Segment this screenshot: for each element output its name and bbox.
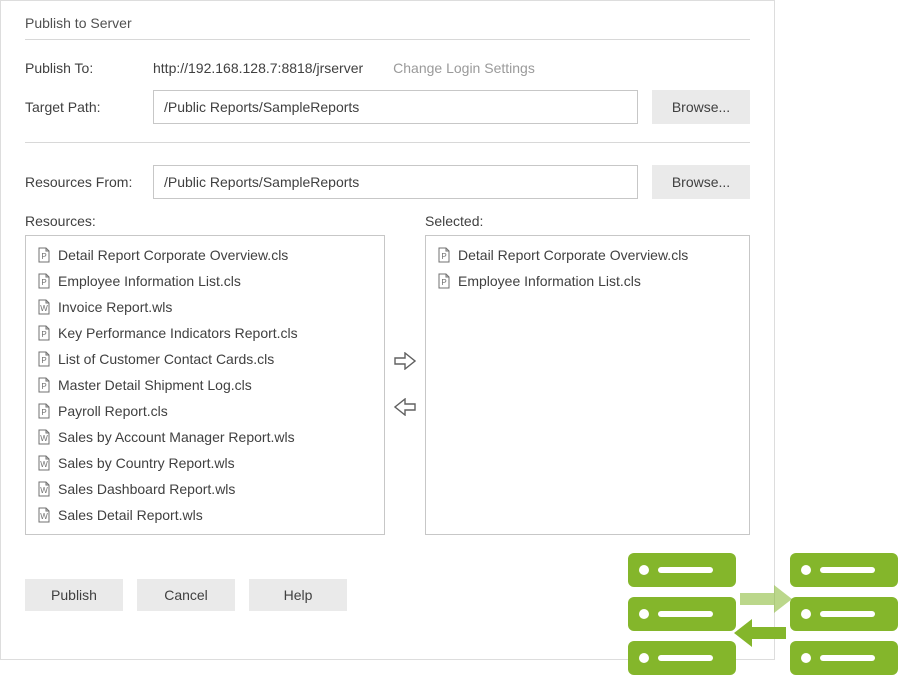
list-item-label: Master Detail Shipment Log.cls <box>58 375 252 395</box>
resources-item[interactable]: P Detail Report Corporate Overview.cls <box>30 242 380 268</box>
resources-item[interactable]: P Key Performance Indicators Report.cls <box>30 320 380 346</box>
resources-from-browse-button[interactable]: Browse... <box>652 165 750 199</box>
add-to-selected-button[interactable] <box>390 347 420 377</box>
list-item-label: Detail Report Corporate Overview.cls <box>458 245 688 265</box>
svg-text:P: P <box>41 356 46 365</box>
list-item-label: Key Performance Indicators Report.cls <box>58 323 298 343</box>
list-item-label: Employee Information List.cls <box>58 271 241 291</box>
svg-text:W: W <box>40 486 48 495</box>
svg-text:P: P <box>441 252 446 261</box>
arrow-right-icon <box>394 352 416 373</box>
resources-item[interactable]: P List of Customer Contact Cards.cls <box>30 346 380 372</box>
file-w-icon: W <box>36 507 52 523</box>
resources-item[interactable]: P Employee Information List.cls <box>30 268 380 294</box>
svg-text:P: P <box>41 330 46 339</box>
selected-item[interactable]: P Employee Information List.cls <box>430 268 745 294</box>
resources-item[interactable]: P Master Detail Shipment Log.cls <box>30 372 380 398</box>
file-p-icon: P <box>36 403 52 419</box>
arrow-left-icon <box>394 398 416 419</box>
list-item-label: Employee Information List.cls <box>458 271 641 291</box>
list-item-label: Sales Detail Report.wls <box>58 505 203 525</box>
publish-to-row: Publish To: http://192.168.128.7:8818/jr… <box>25 60 750 76</box>
list-item-label: Payroll Report.cls <box>58 401 168 421</box>
target-path-input[interactable] <box>153 90 638 124</box>
change-login-link[interactable]: Change Login Settings <box>393 60 535 76</box>
publish-to-label: Publish To: <box>25 60 145 76</box>
file-p-icon: P <box>36 325 52 341</box>
resources-item[interactable]: P Payroll Report.cls <box>30 398 380 424</box>
resources-item[interactable]: W Sales by Country Report.wls <box>30 450 380 476</box>
resources-listbox[interactable]: P Detail Report Corporate Overview.cls P Em… <box>25 235 385 535</box>
file-w-icon: W <box>36 299 52 315</box>
svg-text:P: P <box>41 408 46 417</box>
target-path-row: Target Path: Browse... <box>25 90 750 124</box>
selected-item[interactable]: P Detail Report Corporate Overview.cls <box>430 242 745 268</box>
target-path-label: Target Path: <box>25 99 145 115</box>
file-p-icon: P <box>36 247 52 263</box>
svg-text:P: P <box>41 252 46 261</box>
section-divider <box>25 142 750 143</box>
target-path-browse-button[interactable]: Browse... <box>652 90 750 124</box>
svg-text:W: W <box>40 512 48 521</box>
resources-item[interactable]: W Invoice Report.wls <box>30 294 380 320</box>
svg-text:P: P <box>41 382 46 391</box>
svg-text:W: W <box>40 304 48 313</box>
resources-from-row: Resources From: Browse... <box>25 165 750 199</box>
list-item-label: List of Customer Contact Cards.cls <box>58 349 274 369</box>
action-row: Publish Cancel Help <box>25 579 750 611</box>
resources-from-label: Resources From: <box>25 174 145 190</box>
file-w-icon: W <box>36 455 52 471</box>
file-p-icon: P <box>436 273 452 289</box>
publish-to-url: http://192.168.128.7:8818/jrserver <box>153 60 363 76</box>
dialog-title: Publish to Server <box>25 15 750 40</box>
file-w-icon: W <box>36 429 52 445</box>
publish-button[interactable]: Publish <box>25 579 123 611</box>
list-item-label: Detail Report Corporate Overview.cls <box>58 245 288 265</box>
cancel-button[interactable]: Cancel <box>137 579 235 611</box>
resources-item[interactable]: W Sales Detail Report.wls <box>30 502 380 528</box>
resources-label: Resources: <box>25 213 385 229</box>
svg-text:W: W <box>40 460 48 469</box>
file-w-icon: W <box>36 481 52 497</box>
lists-header: Resources: Selected: <box>25 213 750 235</box>
list-item-label: Invoice Report.wls <box>58 297 172 317</box>
file-p-icon: P <box>36 377 52 393</box>
list-item-label: Sales by Account Manager Report.wls <box>58 427 295 447</box>
selected-listbox[interactable]: P Detail Report Corporate Overview.cls P Em… <box>425 235 750 535</box>
file-p-icon: P <box>36 351 52 367</box>
svg-text:P: P <box>441 278 446 287</box>
remove-from-selected-button[interactable] <box>390 393 420 423</box>
list-item-label: Sales Dashboard Report.wls <box>58 479 235 499</box>
file-p-icon: P <box>436 247 452 263</box>
dual-list: P Detail Report Corporate Overview.cls P Em… <box>25 235 750 535</box>
svg-text:P: P <box>41 278 46 287</box>
svg-text:W: W <box>40 434 48 443</box>
resources-item[interactable]: W Sales Dashboard Report.wls <box>30 476 380 502</box>
help-button[interactable]: Help <box>249 579 347 611</box>
file-p-icon: P <box>36 273 52 289</box>
selected-label: Selected: <box>425 213 750 229</box>
resources-item[interactable]: W Sales by Account Manager Report.wls <box>30 424 380 450</box>
resources-from-input[interactable] <box>153 165 638 199</box>
publish-dialog: Publish to Server Publish To: http://192… <box>0 0 775 660</box>
list-item-label: Sales by Country Report.wls <box>58 453 235 473</box>
transfer-arrows <box>385 235 425 535</box>
